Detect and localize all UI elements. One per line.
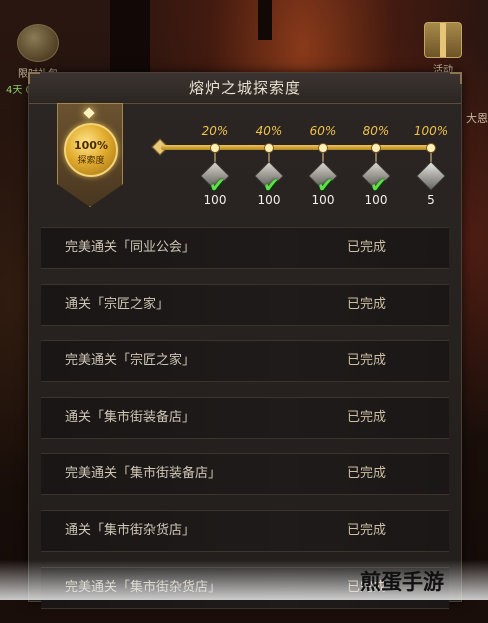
panel-corner-ornament	[450, 72, 462, 84]
medal-percent: 100%	[74, 139, 108, 152]
task-status: 已完成	[347, 466, 387, 482]
medal-badge: 100% 探索度	[64, 123, 118, 177]
medal-subtitle: 探索度	[77, 156, 105, 166]
task-status: 已完成	[347, 353, 387, 369]
list-item[interactable]: 完美通关「同业公会」 已完成	[41, 227, 449, 269]
check-icon: ✔	[370, 173, 387, 197]
milestone-count: 5	[427, 193, 435, 207]
reward-crate-icon	[416, 161, 446, 191]
task-status: 已完成	[347, 240, 387, 255]
milestone-node	[426, 143, 436, 153]
check-icon: ✔	[263, 173, 280, 197]
task-title: 完美通关「集市街装备店」	[65, 466, 222, 482]
right-edge-text: 大恩	[466, 112, 488, 125]
task-status: 已完成	[347, 409, 387, 425]
milestone-percent: 60%	[309, 124, 337, 138]
task-title: 通关「集市街装备店」	[65, 409, 196, 425]
panel-title: 熔炉之城探索度	[29, 73, 461, 104]
task-title: 通关「集市街杂货店」	[65, 522, 196, 538]
milestone-60[interactable]: 60% ✔ 100	[303, 123, 343, 207]
task-status: 已完成	[347, 522, 387, 538]
gift-bag-icon	[17, 24, 59, 62]
milestone-node	[264, 143, 274, 153]
task-title: 通关「宗匠之家」	[65, 296, 170, 312]
check-icon: ✔	[317, 173, 334, 197]
task-title: 完美通关「同业公会」	[65, 240, 196, 255]
milestone-percent: 20%	[201, 124, 229, 138]
milestone-100[interactable]: 100% 5	[411, 123, 451, 207]
milestone-node	[318, 143, 328, 153]
task-status: 已完成	[347, 296, 387, 312]
list-item[interactable]: 通关「宗匠之家」 已完成	[41, 283, 449, 326]
task-title: 完美通关「宗匠之家」	[65, 353, 196, 369]
panel-corner-ornament	[28, 72, 40, 84]
background-spire	[258, 0, 272, 40]
exploration-medal: 100% 探索度	[51, 103, 127, 207]
milestone-80[interactable]: 80% ✔ 100	[356, 123, 396, 207]
list-item[interactable]: 通关「集市街杂货店」 已完成	[41, 509, 449, 552]
list-item[interactable]: 通关「集市街装备店」 已完成	[41, 396, 449, 439]
milestone-20[interactable]: 20% ✔ 100	[195, 123, 235, 207]
gift-box-icon	[424, 22, 462, 58]
exploration-panel: 熔炉之城探索度 100% 探索度 20% ✔ 100 40% ✔ 100 60%…	[28, 72, 462, 609]
milestone-40[interactable]: 40% ✔ 100	[249, 123, 289, 207]
milestone-node	[371, 143, 381, 153]
list-item[interactable]: 完美通关「宗匠之家」 已完成	[41, 340, 449, 383]
milestone-percent: 100%	[413, 124, 449, 138]
milestone-percent: 80%	[362, 124, 390, 138]
list-item[interactable]: 完美通关「集市街装备店」 已完成	[41, 453, 449, 496]
background-tower	[110, 0, 150, 80]
milestone-percent: 40%	[255, 124, 283, 138]
watermark: 煎蛋手游	[360, 570, 444, 594]
milestone-node	[210, 143, 220, 153]
check-icon: ✔	[209, 173, 226, 197]
activity-button[interactable]: 活动	[418, 22, 468, 78]
